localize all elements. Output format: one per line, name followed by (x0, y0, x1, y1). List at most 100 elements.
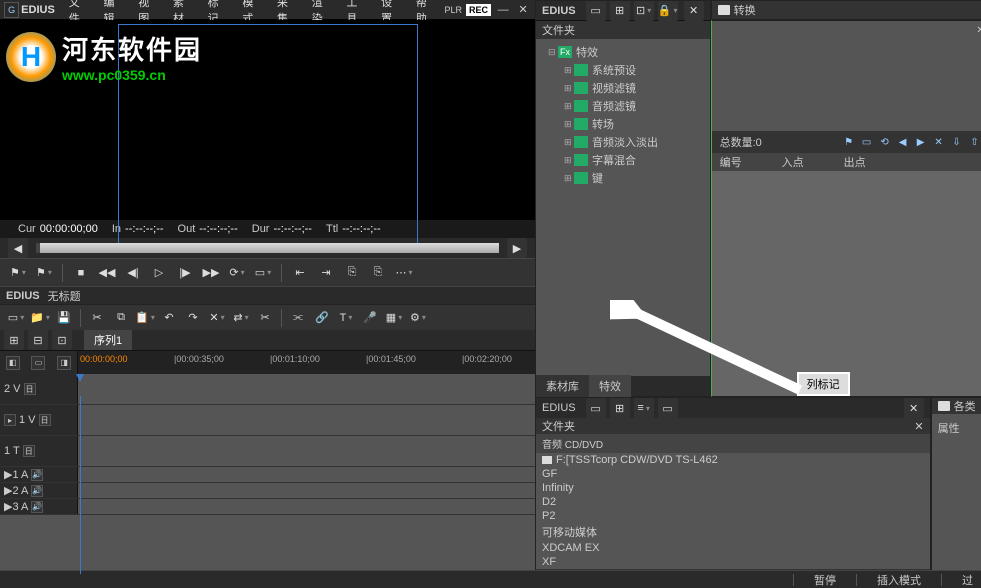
fx-close-icon[interactable]: ✕ (684, 1, 704, 21)
track-header[interactable]: 1 T日 (0, 436, 78, 466)
tl-split-icon[interactable]: ✂ (255, 308, 275, 328)
ruler-zoom-2[interactable]: ▭ (31, 356, 45, 370)
tl-layout-icon[interactable]: ▦ (384, 308, 404, 328)
set-out-button[interactable]: ⇥ (316, 263, 336, 283)
src-view3-icon[interactable]: ≡ (634, 398, 654, 418)
source-item[interactable]: GF (536, 467, 930, 481)
playhead[interactable] (80, 396, 81, 574)
track-audio-icon[interactable]: 🔊 (31, 501, 43, 513)
track-audio-icon[interactable]: 🔊 (31, 485, 43, 497)
src-view2-icon[interactable]: ⊞ (610, 398, 630, 418)
src-close-icon[interactable]: ✕ (904, 398, 924, 418)
tl-mode2-icon[interactable]: ⊡ (52, 330, 72, 350)
marker-sync-icon[interactable]: ⟲ (878, 135, 892, 149)
tl-snap-icon[interactable]: ⊞ (4, 330, 24, 350)
tl-cut-icon[interactable]: ✂ (87, 308, 107, 328)
loop-button[interactable]: ⟳ (227, 263, 247, 283)
marker-del-icon[interactable]: ✕ (932, 135, 946, 149)
track-header[interactable]: ▶2 A🔊 (0, 483, 78, 498)
tree-item[interactable]: ⊞音频淡入淡出 (536, 133, 710, 151)
tree-item[interactable]: ⊞音频滤镜 (536, 97, 710, 115)
tl-delete-icon[interactable]: ✕ (207, 308, 227, 328)
fx-view3-icon[interactable]: ⊡ (634, 1, 654, 21)
track-audio-icon[interactable]: 🔊 (31, 469, 43, 481)
scrub-left-icon[interactable]: ◀ (8, 238, 28, 258)
ruler-zoom-3[interactable]: ◨ (57, 356, 71, 370)
prev-frame-button[interactable]: ◀| (123, 263, 143, 283)
tree-item[interactable]: ⊞字幕混合 (536, 151, 710, 169)
source-item[interactable]: 可移动媒体 (536, 523, 930, 541)
source-item[interactable]: D2 (536, 495, 930, 509)
source-item[interactable]: XF (536, 555, 930, 569)
fx-view1-icon[interactable]: ▭ (586, 1, 606, 21)
track-header[interactable]: ▶1 A🔊 (0, 467, 78, 482)
mark-in-drop-icon[interactable]: ⚑ (8, 263, 28, 283)
more-transport-icon[interactable]: ⋯ (394, 263, 414, 283)
insert-button[interactable]: ⎘ (342, 263, 362, 283)
ruler-zoom-1[interactable]: ◧ (6, 356, 20, 370)
markers-label-highlight[interactable]: 列标记 (797, 372, 850, 396)
marker-add-icon[interactable]: ▭ (860, 135, 874, 149)
tree-item[interactable]: ⊞系统预设 (536, 61, 710, 79)
tl-mic-icon[interactable]: 🎤 (360, 308, 380, 328)
fx-view2-icon[interactable]: ⊞ (610, 1, 630, 21)
source-item[interactable]: XDCAM EX (536, 541, 930, 555)
rewind-button[interactable]: ◀◀ (97, 263, 117, 283)
timeline-ruler[interactable]: ◧ ▭ ◨ 00:00:00;00 |00:00:35;00 |00:01:10… (0, 350, 535, 374)
marker-flag-icon[interactable]: ⚑ (842, 135, 856, 149)
tree-item[interactable]: ⊞转场 (536, 115, 710, 133)
collapse-icon[interactable]: ⊟ (548, 47, 558, 58)
fast-forward-button[interactable]: ▶▶ (201, 263, 221, 283)
tree-item[interactable]: ⊞视频滤镜 (536, 79, 710, 97)
tree-item[interactable]: ⊞键 (536, 169, 710, 187)
tl-render-icon[interactable]: ⚙ (408, 308, 428, 328)
source-item[interactable]: F:[TSSTcorp CDW/DVD TS-L462 (536, 453, 930, 467)
mark-out-drop-icon[interactable]: ⚑ (34, 263, 54, 283)
ruler-times[interactable]: 00:00:00;00 |00:00:35;00 |00:01:10;00 |0… (78, 351, 535, 374)
tl-save-icon[interactable]: 💾 (54, 308, 74, 328)
track-lane[interactable] (78, 405, 535, 435)
fx-tab-effects[interactable]: 特效 (589, 375, 631, 397)
tl-new-icon[interactable]: ▭ (6, 308, 26, 328)
tl-link-icon[interactable]: 🔗 (312, 308, 332, 328)
tree-root[interactable]: ⊟ Fx 特效 (536, 43, 710, 61)
source-item[interactable]: Infinity (536, 481, 930, 495)
tl-open-icon[interactable]: 📁 (30, 308, 50, 328)
tl-paste-icon[interactable]: 📋 (135, 308, 155, 328)
tl-group-icon[interactable]: ⫘ (288, 308, 308, 328)
minimize-icon[interactable]: — (495, 3, 511, 17)
tl-ripple-icon[interactable]: ⇄ (231, 308, 251, 328)
src-view4-icon[interactable]: ▭ (658, 398, 678, 418)
marker-import-icon[interactable]: ⇩ (950, 135, 964, 149)
tl-redo-icon[interactable]: ↷ (183, 308, 203, 328)
tl-undo-icon[interactable]: ↶ (159, 308, 179, 328)
sequence-tab[interactable]: 序列1 (84, 330, 132, 350)
fx-lock-icon[interactable]: 🔒 (658, 1, 678, 21)
fx-tab-library[interactable]: 素材库 (536, 375, 589, 397)
set-in-button[interactable]: ⇤ (290, 263, 310, 283)
tl-copy-icon[interactable]: ⧉ (111, 308, 131, 328)
marker-export-icon[interactable]: ⇧ (968, 135, 981, 149)
marker-prev-icon[interactable]: ◀ (896, 135, 910, 149)
track-header[interactable]: ▸1 V日 (0, 405, 78, 435)
track-lane[interactable] (78, 436, 535, 466)
track-header[interactable]: 2 V日 (0, 374, 78, 404)
tl-title-icon[interactable]: T (336, 308, 356, 328)
source-item[interactable]: P2 (536, 509, 930, 523)
track-lane[interactable] (78, 483, 535, 498)
scrub-slider[interactable] (36, 243, 499, 253)
source-sub-close-icon[interactable]: ✕ (914, 420, 923, 433)
track-lane[interactable] (78, 499, 535, 514)
track-header[interactable]: ▶3 A🔊 (0, 499, 78, 514)
play-button[interactable]: ▷ (149, 263, 169, 283)
track-lane[interactable] (78, 467, 535, 482)
overwrite-button[interactable]: ⎘ (368, 263, 388, 283)
display-button[interactable]: ▭ (253, 263, 273, 283)
stop-button[interactable]: ■ (71, 263, 91, 283)
marker-next-icon[interactable]: ▶ (914, 135, 928, 149)
track-toggle-icon[interactable]: 日 (39, 414, 51, 426)
markers-close-icon[interactable]: ✕ (974, 23, 981, 37)
track-toggle-icon[interactable]: 日 (23, 445, 35, 457)
scrub-right-icon[interactable]: ▶ (507, 238, 527, 258)
track-lane[interactable] (78, 374, 535, 404)
